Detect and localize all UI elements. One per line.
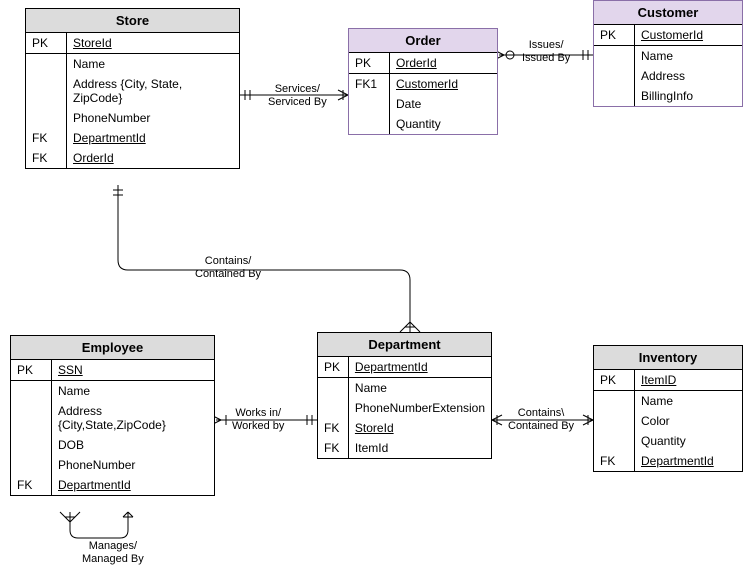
rel-employee-self: Manages/Managed By <box>82 540 144 565</box>
entity-department-title: Department <box>318 333 491 357</box>
rel-employee-department: Works in/Worked by <box>232 407 284 432</box>
entity-department: Department PKDepartmentId Name PhoneNumb… <box>317 332 492 459</box>
entity-inventory: Inventory PKItemID Name Color Quantity F… <box>593 345 743 472</box>
entity-order-title: Order <box>349 29 497 53</box>
entity-store-title: Store <box>26 9 239 33</box>
entity-employee-title: Employee <box>11 336 214 360</box>
entity-customer-title: Customer <box>594 1 742 25</box>
entity-customer: Customer PKCustomerId Name Address Billi… <box>593 0 743 107</box>
entity-order: Order PKOrderId FK1CustomerId Date Quant… <box>348 28 498 135</box>
entity-store: Store PKStoreId Name Address {City, Stat… <box>25 8 240 169</box>
rel-store-department: Contains/Contained By <box>195 255 261 280</box>
rel-department-inventory: Contains\Contained By <box>508 407 574 432</box>
entity-inventory-title: Inventory <box>594 346 742 370</box>
entity-employee: Employee PKSSN Name Address {City,State,… <box>10 335 215 496</box>
rel-order-customer: Issues/Issued By <box>522 39 570 64</box>
rel-store-order: Services/Serviced By <box>268 83 327 108</box>
